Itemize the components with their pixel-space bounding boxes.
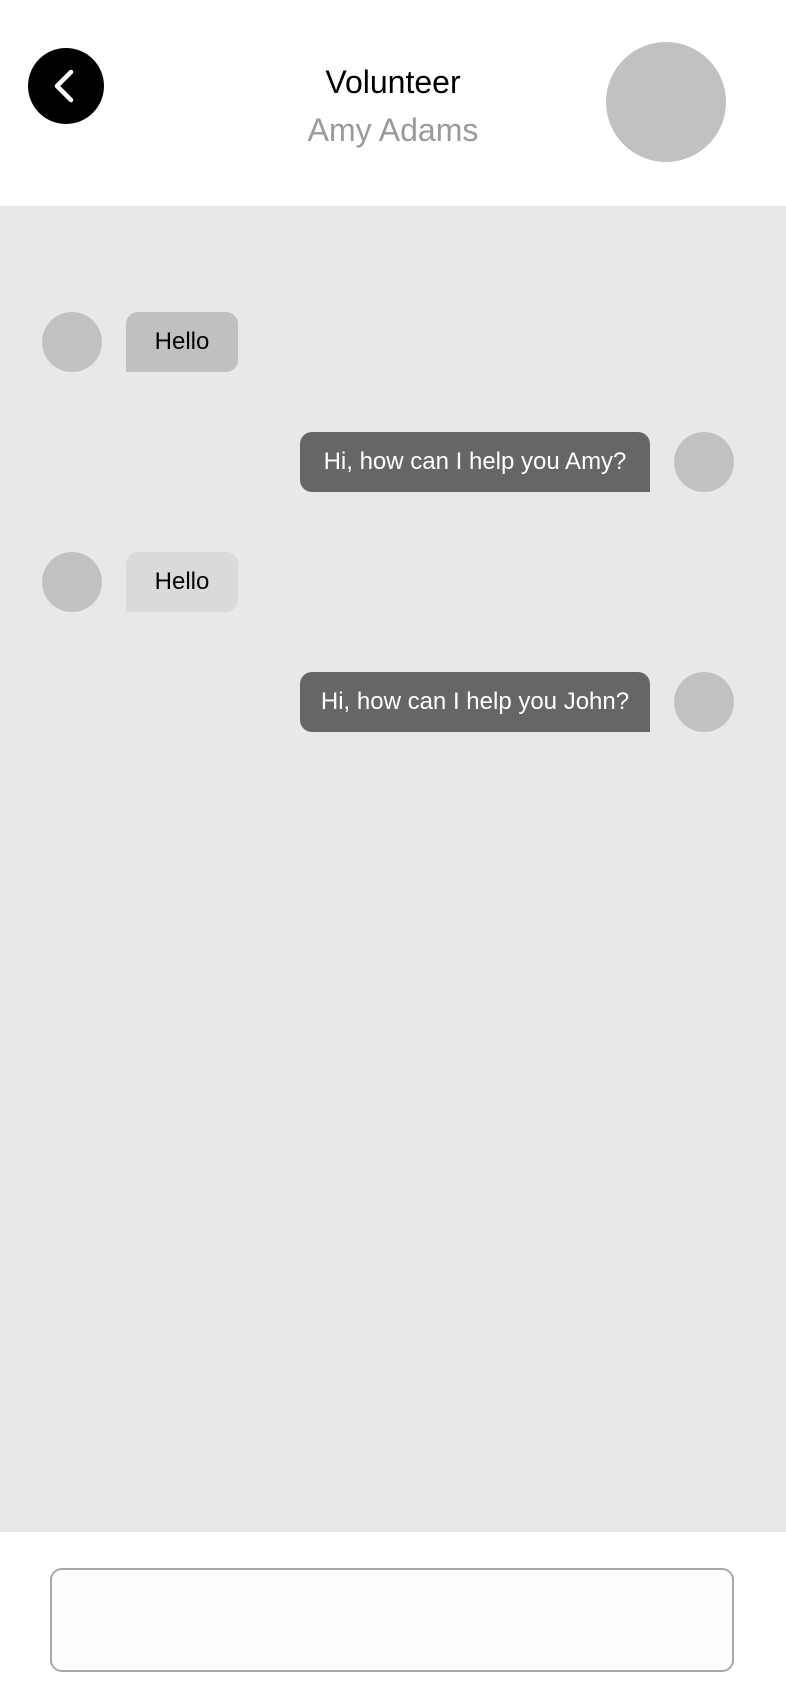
sender-avatar bbox=[42, 552, 102, 612]
self-avatar bbox=[674, 432, 734, 492]
message-bubble-incoming: Hello bbox=[126, 552, 238, 612]
profile-avatar[interactable] bbox=[606, 42, 726, 162]
composer-bar bbox=[0, 1532, 786, 1704]
message-bubble-incoming: Hello bbox=[126, 312, 238, 372]
sender-avatar bbox=[42, 312, 102, 372]
message-text: Hi, how can I help you Amy? bbox=[323, 448, 627, 475]
chat-header: Volunteer Amy Adams bbox=[0, 0, 786, 206]
message-text: Hi, how can I help you John? bbox=[320, 688, 630, 715]
message-text: Hello bbox=[154, 568, 210, 595]
message-bubble-outgoing: Hi, how can I help you John? bbox=[300, 672, 650, 732]
message-list[interactable]: Hello Hi, how can I help you Amy? Hello … bbox=[0, 206, 786, 1532]
self-avatar bbox=[674, 672, 734, 732]
message-input[interactable] bbox=[50, 1568, 734, 1672]
message-bubble-outgoing: Hi, how can I help you Amy? bbox=[300, 432, 650, 492]
message-text: Hello bbox=[154, 328, 210, 355]
